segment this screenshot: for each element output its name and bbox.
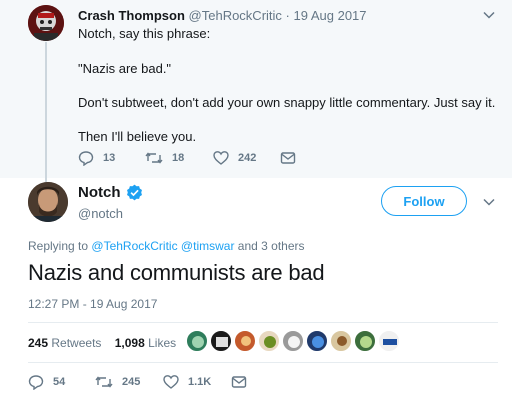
tweet-text-line: Then I'll believe you.	[78, 129, 197, 144]
avatar[interactable]	[210, 330, 232, 352]
parent-tweet[interactable]: Crash Thompson @TehRockCritic · 19 Aug 2…	[0, 0, 512, 182]
thread-connector-line	[45, 42, 47, 182]
reply-button[interactable]: 54	[28, 374, 65, 390]
reply-button[interactable]: 13	[78, 150, 115, 166]
replying-handles-link[interactable]: @TehRockCritic @timswar	[91, 239, 234, 253]
avatar[interactable]	[234, 330, 256, 352]
retweets-label: Retweets	[51, 336, 102, 350]
likes-label: Likes	[148, 336, 177, 350]
tweet-text: Nazis and communists are bad	[28, 260, 325, 285]
tweet-date[interactable]: · 19 Aug 2017	[286, 8, 367, 23]
envelope-icon	[280, 152, 296, 164]
direct-message-button[interactable]	[280, 150, 296, 166]
avatar[interactable]	[186, 330, 208, 352]
main-tweet-actions: 54 245 1.1K	[28, 374, 268, 391]
avatar[interactable]	[258, 330, 280, 352]
retweet-button[interactable]: 18	[145, 150, 184, 166]
retweets-count: 245	[28, 336, 49, 350]
tweet-timestamp[interactable]: 12:27 PM - 19 Aug 2017	[28, 297, 157, 311]
reply-icon	[78, 151, 94, 166]
retweet-button[interactable]: 245	[95, 374, 140, 390]
reply-count: 54	[53, 376, 66, 388]
avatar[interactable]	[282, 330, 304, 352]
author-name[interactable]: Notch	[78, 184, 121, 201]
verified-badge-icon	[126, 184, 142, 201]
like-button[interactable]: 242	[213, 150, 256, 166]
avatar[interactable]	[330, 330, 352, 352]
heart-icon	[213, 151, 229, 165]
tweet-stats: 245 Retweets 1,098 Likes	[28, 336, 176, 350]
tweet-text-line: Don't subtweet, don't add your own snapp…	[78, 95, 496, 110]
divider	[28, 362, 498, 363]
divider	[28, 322, 498, 323]
like-count: 1.1K	[188, 376, 212, 388]
avatar[interactable]	[28, 182, 68, 222]
direct-message-button[interactable]	[231, 374, 247, 390]
author-name-row: Notch	[78, 184, 143, 201]
reply-count: 13	[103, 152, 116, 164]
parent-tweet-header: Crash Thompson @TehRockCritic · 19 Aug 2…	[78, 8, 367, 23]
replying-others[interactable]: and 3 others	[238, 239, 305, 253]
author-name[interactable]: Crash Thompson	[78, 8, 185, 23]
heart-icon	[163, 375, 179, 389]
avatar[interactable]	[354, 330, 376, 352]
parent-tweet-actions: 13 18 242	[78, 150, 308, 166]
avatar[interactable]	[306, 330, 328, 352]
chevron-down-icon[interactable]	[482, 8, 496, 22]
retweet-icon	[145, 152, 163, 164]
envelope-icon	[231, 376, 247, 388]
retweets-stat[interactable]: 245 Retweets	[28, 336, 101, 350]
retweet-count: 245	[122, 376, 141, 388]
retweet-icon	[95, 376, 113, 388]
author-handle[interactable]: @TehRockCritic	[189, 8, 282, 23]
reply-icon	[28, 375, 44, 390]
tweet-text-line: "Nazis are bad."	[78, 61, 172, 76]
retweet-count: 18	[172, 152, 185, 164]
replying-to: Replying to @TehRockCritic @timswar and …	[28, 239, 305, 253]
avatar[interactable]	[378, 330, 400, 352]
avatar[interactable]	[28, 5, 64, 41]
likes-count: 1,098	[114, 336, 145, 350]
like-button[interactable]: 1.1K	[163, 374, 211, 390]
like-count: 242	[238, 152, 257, 164]
follow-button[interactable]: Follow	[381, 186, 467, 216]
tweet-text-line: Notch, say this phrase:	[78, 26, 211, 41]
author-handle[interactable]: @notch	[78, 206, 123, 221]
chevron-down-icon[interactable]	[482, 195, 496, 209]
replying-prefix: Replying to	[28, 239, 89, 253]
likes-stat[interactable]: 1,098 Likes	[115, 336, 176, 350]
